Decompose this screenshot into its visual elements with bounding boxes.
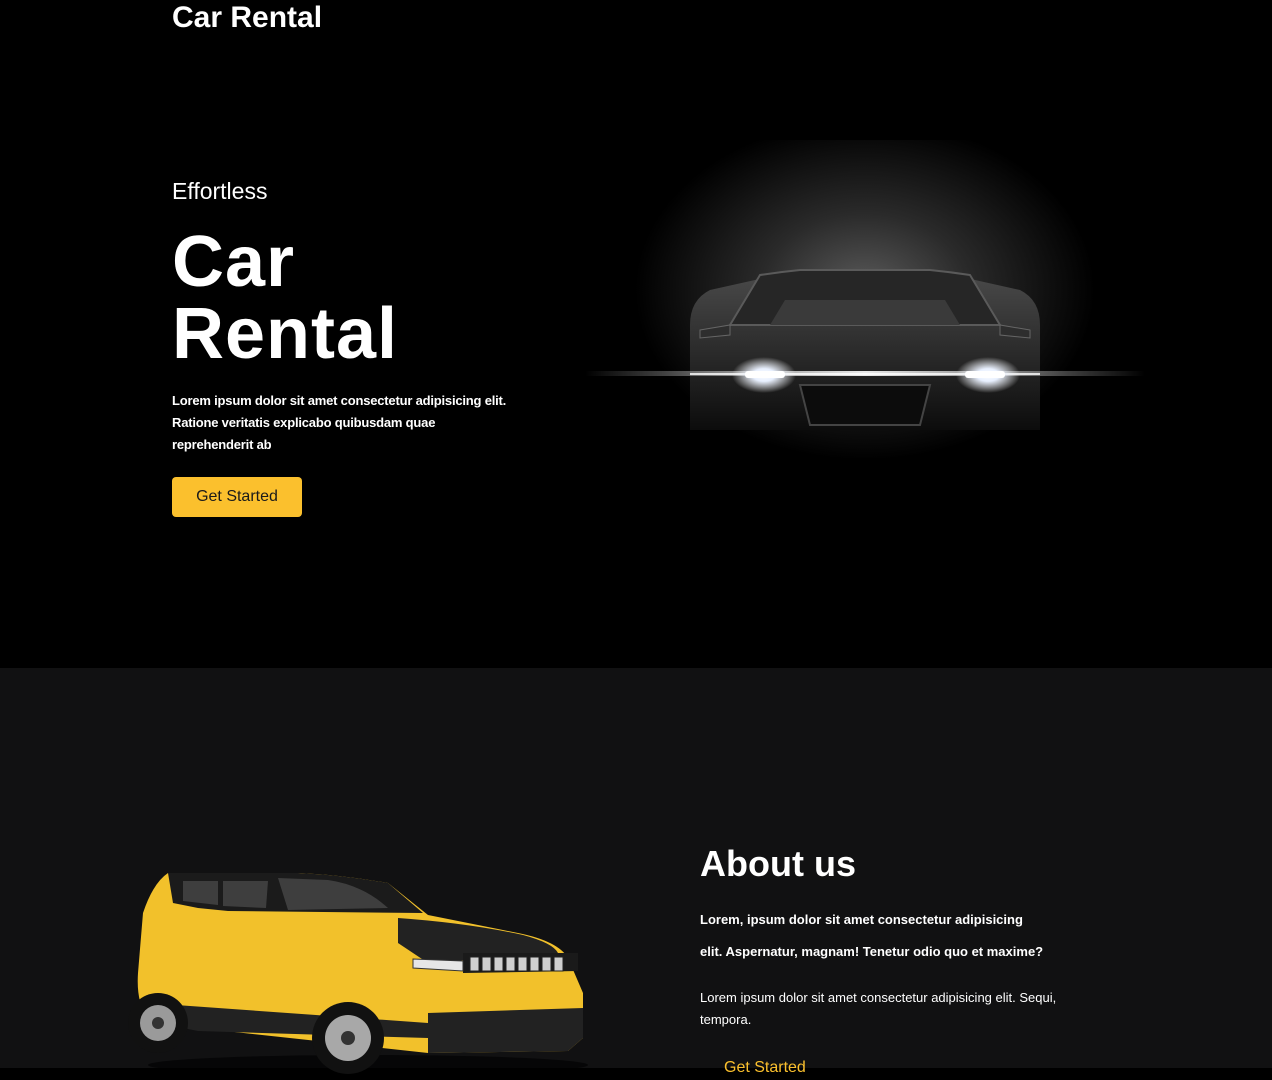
about-title: About us: [700, 843, 856, 884]
hero-title: Car Rental: [172, 226, 398, 370]
get-started-button[interactable]: Get Started: [172, 477, 302, 517]
about-paragraph-1-line1: Lorem, ipsum dolor sit amet consectetur …: [700, 912, 1023, 927]
hero-section: Effortless Car Rental Lorem ipsum dolor …: [0, 0, 1272, 668]
hero-title-line2: Rental: [172, 294, 399, 374]
hero-description: Lorem ipsum dolor sit amet consectetur a…: [172, 393, 507, 452]
suv-image: [128, 873, 588, 1075]
about-section: About us Lorem, ipsum dolor sit amet con…: [0, 668, 1272, 1076]
brand-logo[interactable]: Car Rental: [172, 0, 322, 36]
about-paragraph-2: Lorem ipsum dolor sit amet consectetur a…: [700, 990, 1057, 1027]
about-paragraph-1: Lorem, ipsum dolor sit amet consectetur …: [700, 904, 1080, 968]
about-paragraph-1-line2: elit. Aspernatur, magnam! Tenetur odio q…: [700, 944, 1044, 959]
hero-kicker: Effortless: [172, 178, 268, 204]
hero-title-line1: Car: [172, 222, 296, 302]
hero-car-image: [585, 140, 1145, 460]
about-get-started-link[interactable]: Get Started: [724, 1056, 806, 1080]
